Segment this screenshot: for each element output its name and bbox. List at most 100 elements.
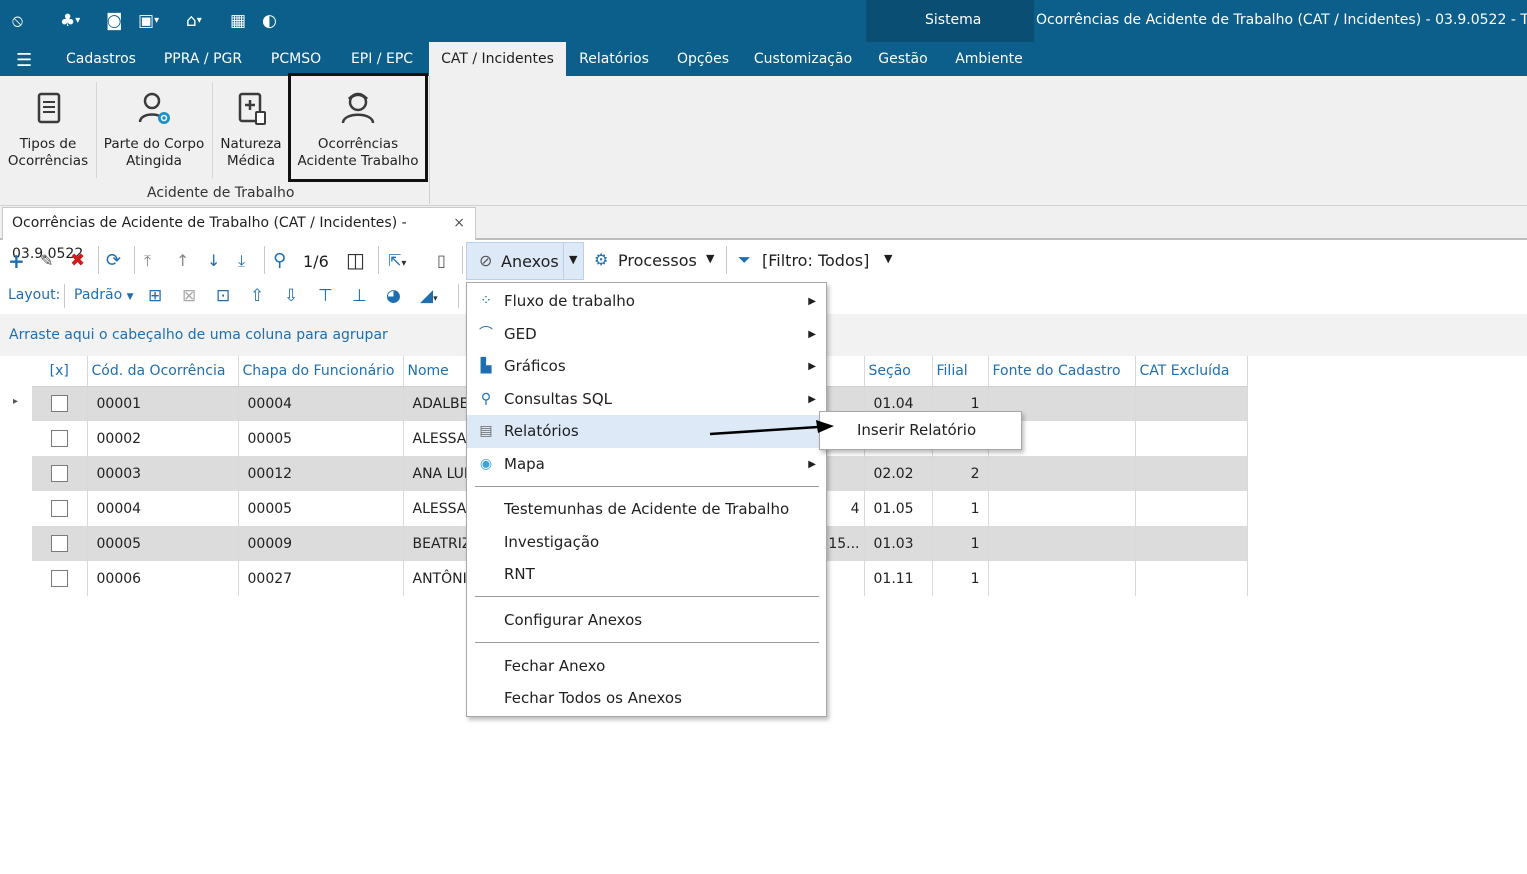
upload-layout-icon[interactable]: ⇧: [250, 285, 264, 307]
refresh-icon[interactable]: ⟳: [106, 250, 121, 272]
row-checkbox-cell: [32, 561, 88, 596]
pin-icon[interactable]: ⊥: [352, 285, 367, 307]
network-icon[interactable]: ♣▾: [60, 10, 80, 32]
cell-chapa: 00005: [238, 491, 404, 526]
save-layout-icon[interactable]: ⊡: [216, 285, 230, 307]
row-checkbox-cell: [32, 491, 88, 526]
view-icon[interactable]: ◙: [106, 10, 123, 32]
filter-button[interactable]: ⏷ [Filtro: Todos] ▼: [734, 242, 904, 280]
tipos-ocorrencias-button[interactable]: Tipos de Ocorrências: [4, 84, 92, 180]
add-icon[interactable]: +: [8, 250, 25, 272]
page-icon[interactable]: ▯: [437, 250, 446, 272]
columns-icon[interactable]: ◫: [346, 249, 365, 271]
window-icon[interactable]: ▣▾: [138, 10, 159, 32]
download-layout-icon[interactable]: ⇩: [284, 285, 298, 307]
menu-item-fechar-anexo[interactable]: Fechar Anexo: [467, 650, 826, 683]
menu-item-fluxo-trabalho[interactable]: ⁘ Fluxo de trabalho ▶: [467, 285, 826, 318]
ged-icon: ⌒: [479, 326, 493, 342]
tab-relatorios[interactable]: Relatórios: [572, 42, 656, 76]
chevron-down-icon[interactable]: ▼: [569, 253, 577, 266]
row-checkbox[interactable]: [50, 500, 68, 517]
column-header-filial[interactable]: Filial: [932, 356, 989, 387]
row-checkbox[interactable]: [50, 430, 68, 447]
row-checkbox[interactable]: [50, 465, 68, 482]
menu-item-testemunhas[interactable]: Testemunhas de Acidente de Trabalho: [467, 493, 826, 526]
delete-icon[interactable]: ✖: [70, 250, 85, 272]
cell-codigo: 00005: [87, 526, 239, 561]
close-tab-icon[interactable]: ×: [453, 208, 465, 239]
worker-icon: [341, 92, 375, 124]
cell-secao: 02.02: [864, 456, 933, 491]
row-checkbox[interactable]: [50, 395, 68, 413]
home-icon[interactable]: ⌂▾: [186, 10, 202, 32]
search-icon[interactable]: ⚲: [273, 250, 286, 272]
chevron-down-icon[interactable]: ▼: [706, 252, 714, 265]
processos-label: Processos: [618, 251, 697, 270]
column-header-chapa[interactable]: Chapa do Funcionário: [238, 356, 404, 387]
delete-layout-icon[interactable]: ⊠: [182, 285, 196, 307]
paint-icon[interactable]: ⊤: [318, 285, 333, 307]
menu-item-rnt[interactable]: RNT: [467, 558, 826, 591]
menu-item-investigacao[interactable]: Investigação: [467, 526, 826, 559]
tab-pcmso[interactable]: PCMSO: [260, 42, 332, 76]
menu-item-configurar-anexos[interactable]: Configurar Anexos: [467, 604, 826, 637]
tab-epi-epc[interactable]: EPI / EPC: [340, 42, 424, 76]
edit-icon[interactable]: ✎: [40, 250, 53, 272]
document-tab[interactable]: Ocorrências de Acidente de Trabalho (CAT…: [2, 207, 476, 262]
tab-ambiente[interactable]: Ambiente: [948, 42, 1030, 76]
processos-button[interactable]: ⚙ Processos ▼: [588, 242, 722, 280]
split-divider: [563, 243, 564, 279]
cell-chapa: 00009: [238, 526, 404, 561]
row-checkbox[interactable]: [50, 535, 68, 552]
cell-codigo: 00001: [87, 386, 239, 421]
tab-opcoes[interactable]: Opções: [668, 42, 738, 76]
ribbon-label: Tipos de: [19, 136, 77, 152]
tab-cat-incidentes[interactable]: CAT / Incidentes: [429, 42, 566, 76]
column-header-fonte[interactable]: Fonte do Cadastro: [988, 356, 1136, 387]
gear-icon: ⚙: [594, 250, 609, 269]
ocorrencias-acidente-button[interactable]: Ocorrências Acidente Trabalho: [288, 73, 428, 182]
menu-item-consultas-sql[interactable]: ⚲ Consultas SQL ▶: [467, 383, 826, 416]
tab-gestao[interactable]: Gestão: [868, 42, 938, 76]
natureza-medica-button[interactable]: Natureza Médica: [216, 84, 286, 180]
submenu-item-inserir-relatorio[interactable]: Inserir Relatório: [857, 421, 976, 439]
menu-item-label: Consultas SQL: [504, 390, 612, 408]
row-checkbox[interactable]: [50, 570, 68, 587]
ribbon-group-label: Acidente de Trabalho: [147, 185, 295, 201]
last-record-icon[interactable]: ⤓: [238, 250, 245, 272]
menu-item-fechar-todos[interactable]: Fechar Todos os Anexos: [467, 682, 826, 715]
color-icon[interactable]: ◕: [386, 285, 401, 307]
toolbar-separator: [98, 246, 99, 274]
cell-fonte: [988, 526, 1136, 561]
column-header-codigo[interactable]: Cód. da Ocorrência: [87, 356, 239, 387]
menu-separator: [475, 642, 819, 643]
tab-cadastros[interactable]: Cadastros: [56, 42, 146, 76]
export-icon[interactable]: ⇱▾: [388, 250, 406, 275]
search-icon: ⚲: [480, 391, 492, 407]
calculator-icon[interactable]: ▦: [230, 10, 246, 32]
previous-record-icon[interactable]: ↑: [176, 250, 189, 272]
menu-item-label: Mapa: [504, 455, 545, 473]
tab-customizacao[interactable]: Customização: [750, 42, 856, 76]
menu-item-mapa[interactable]: ◉ Mapa ▶: [467, 448, 826, 481]
column-header-cat-excluida[interactable]: CAT Excluída: [1135, 356, 1248, 387]
cell-fonte: [988, 456, 1136, 491]
next-record-icon[interactable]: ↓: [207, 250, 220, 272]
chart-area-icon[interactable]: ◢▾: [420, 285, 438, 310]
cell-secao: 01.03: [864, 526, 933, 561]
app-logo-icon[interactable]: ⦸: [12, 10, 23, 32]
new-layout-icon[interactable]: ⊞: [148, 285, 162, 307]
column-header-secao[interactable]: Seção: [864, 356, 933, 387]
anexos-button[interactable]: ⊘ Anexos ▼: [466, 242, 584, 280]
globe-icon[interactable]: ◐: [262, 10, 277, 32]
first-record-icon[interactable]: ⤒: [144, 250, 151, 272]
ribbon-label: Acidente Trabalho: [297, 153, 419, 169]
menu-item-ged[interactable]: ⌒ GED ▶: [467, 318, 826, 351]
chevron-down-icon[interactable]: ▼: [884, 252, 892, 265]
tab-ppra-pgr[interactable]: PPRA / PGR: [154, 42, 252, 76]
menu-item-graficos[interactable]: ▙ Gráficos ▶: [467, 350, 826, 383]
parte-corpo-button[interactable]: Parte do Corpo Atingida: [100, 84, 208, 180]
layout-select[interactable]: Padrão ▼: [74, 287, 134, 303]
column-header-select[interactable]: [x]: [32, 356, 88, 387]
stack-menu-icon[interactable]: ☰: [16, 50, 32, 71]
